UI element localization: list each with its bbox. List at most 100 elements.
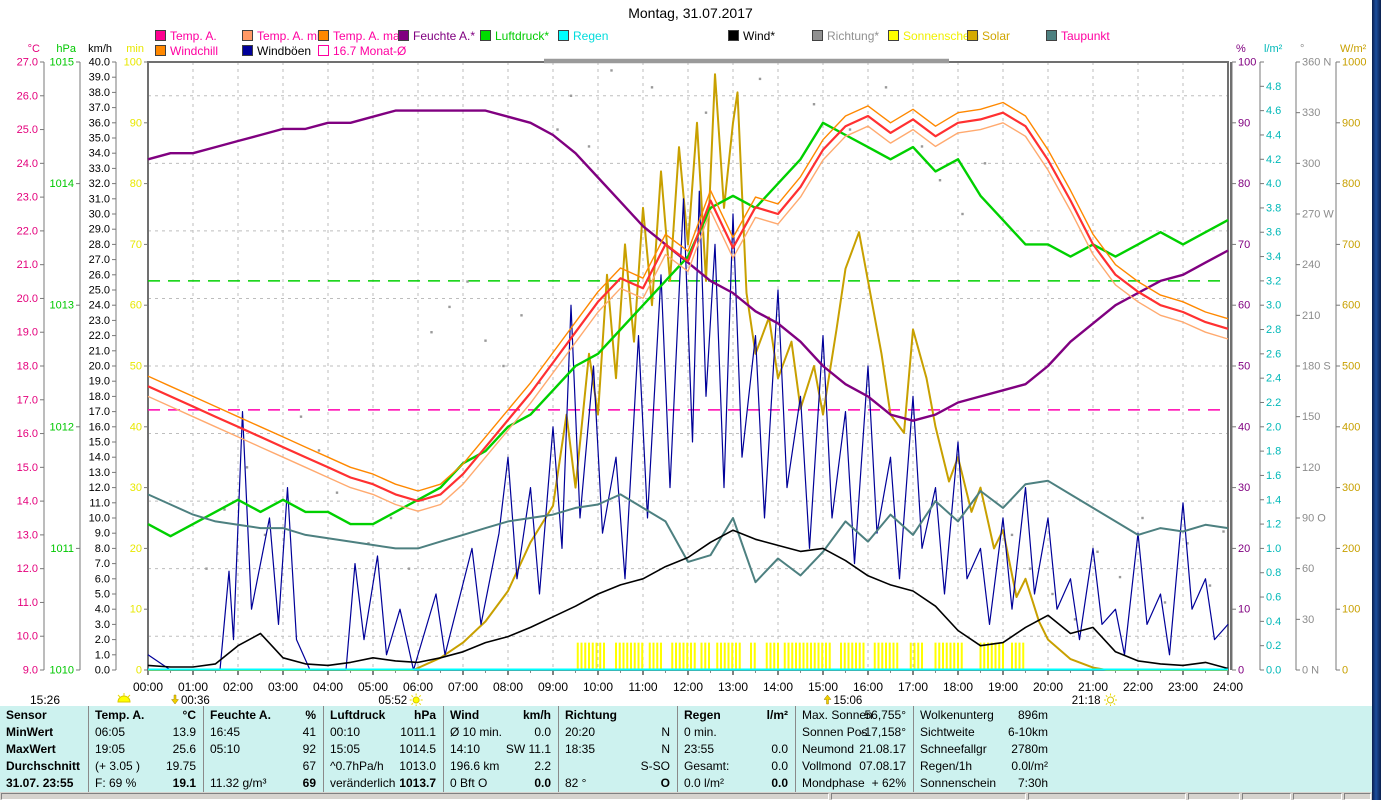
svg-text:50: 50	[1238, 361, 1250, 373]
weather-app-window: Montag, 31.07.2017 9.0 10.0 11.0 12.0 13.0 14…	[0, 0, 1381, 800]
svg-text:4.6: 4.6	[1266, 105, 1281, 117]
table-column-2: Feuchte A.% 16:45 41 05:10 92 67 11.32 g/m³ 69	[203, 706, 324, 793]
svg-text:70: 70	[130, 239, 142, 251]
cell-value: 0.0	[771, 776, 788, 790]
table-cell: 0.0 l/m² 0.0	[678, 775, 796, 792]
svg-text:25.0: 25.0	[89, 285, 110, 297]
table-cell: ^0.7hPa/h 1013.0	[324, 758, 444, 775]
svg-text:6.0: 6.0	[95, 573, 110, 585]
table-cell: 23:55 0.0	[678, 741, 796, 758]
svg-text:°C: °C	[28, 43, 40, 55]
svg-text:37.0: 37.0	[89, 102, 110, 114]
svg-text:3.4: 3.4	[1266, 251, 1281, 263]
legend-item-1-3: Feuchte A.*	[398, 29, 475, 43]
statusbar-panel-5	[1293, 793, 1342, 800]
svg-text:15:26: 15:26	[30, 693, 60, 706]
svg-text:11.0: 11.0	[89, 497, 110, 509]
svg-text:21:00: 21:00	[1078, 680, 1108, 694]
cell-value: 56,755°	[864, 708, 906, 722]
table-cell: 20:20 N	[559, 724, 678, 741]
svg-text:17.0: 17.0	[17, 394, 38, 406]
axes: 9.0 10.0 11.0 12.0 13.0 14.0 15.0 16.0 17.0 18.0 1…	[17, 43, 1367, 677]
cell-value: 19.75	[165, 759, 196, 773]
svg-text:1.4: 1.4	[1266, 494, 1281, 506]
svg-text:240: 240	[1302, 259, 1320, 271]
legend-label: Richtung*	[827, 29, 880, 43]
svg-text:30: 30	[130, 482, 142, 494]
cell-label: 0 min.	[684, 725, 717, 739]
table-cell: Richtung	[559, 707, 678, 724]
legend-swatch-icon	[480, 30, 491, 41]
legend-swatch-icon	[155, 30, 166, 41]
svg-text:20: 20	[130, 543, 142, 555]
legend-item-1-10: Taupunkt	[1046, 29, 1110, 43]
cell-value: 0.0l/m²	[1011, 759, 1048, 773]
svg-text:50: 50	[130, 361, 142, 373]
legend-item-1-4: Luftdruck*	[480, 29, 550, 43]
cell-value: 13.9	[172, 725, 196, 739]
table-cell: Durchschnitt	[0, 758, 88, 775]
cell-value: 1013.7	[399, 776, 436, 790]
svg-text:19.0: 19.0	[17, 327, 38, 339]
sun-moon-events: 00:36 05:52 15:06 21:18 15:26	[30, 693, 1117, 706]
svg-text:15:00: 15:00	[808, 680, 838, 694]
svg-text:0.6: 0.6	[1266, 592, 1281, 604]
svg-text:04:00: 04:00	[313, 680, 343, 694]
svg-text:24:00: 24:00	[1213, 680, 1243, 694]
statusbar-panel-6	[1344, 793, 1371, 800]
cell-label: Sensor	[6, 708, 47, 722]
svg-text:270 W: 270 W	[1302, 209, 1334, 221]
legend-label: Windböen	[257, 44, 312, 58]
svg-text:15.0: 15.0	[89, 437, 110, 449]
svg-text:00:00: 00:00	[133, 680, 163, 694]
table-column-3: Luftdruck hPa 00:10 1011.1 15:05 1014.5 ^0.7hP…	[323, 706, 444, 793]
window-edge-strip	[1372, 0, 1381, 800]
legend-swatch-icon	[155, 45, 166, 56]
table-cell: MaxWert	[0, 741, 88, 758]
svg-text:1.0: 1.0	[1266, 543, 1281, 555]
sunrise-icon	[412, 696, 420, 704]
cell-value: + 62%	[871, 776, 906, 790]
table-cell: Ø 10 min. 0.0	[444, 724, 559, 741]
svg-text:2.2: 2.2	[1266, 397, 1281, 409]
statusbar-panel-3	[1188, 793, 1240, 800]
legend-item-2-1: Windböen	[242, 44, 312, 58]
table-cell: Sonnen Pos -17,158°	[796, 724, 914, 741]
legend-label: Luftdruck*	[495, 29, 550, 43]
svg-text:1.6: 1.6	[1266, 470, 1281, 482]
table-column-8: Wolkenunterg 896m Sichtweite 6-10km Schneefa…	[913, 706, 1191, 793]
legend-swatch-icon	[812, 30, 823, 41]
svg-text:W/m²: W/m²	[1340, 43, 1367, 55]
table-cell: Wind km/h	[444, 707, 559, 724]
svg-text:24.0: 24.0	[89, 300, 110, 312]
legend-item-1-0: Temp. A.	[155, 29, 217, 43]
table-column-4: Wind km/h Ø 10 min. 0.0 14:10 SW 11.1 196.6 km…	[443, 706, 559, 793]
svg-text:9.0: 9.0	[23, 665, 38, 677]
svg-text:30.0: 30.0	[89, 209, 110, 221]
svg-text:3.8: 3.8	[1266, 202, 1281, 214]
svg-text:4.2: 4.2	[1266, 154, 1281, 166]
svg-text:0.2: 0.2	[1266, 640, 1281, 652]
table-cell: Wolkenunterg 896m	[914, 707, 1191, 724]
svg-text:1000: 1000	[1342, 57, 1366, 69]
svg-text:1.0: 1.0	[95, 649, 110, 661]
svg-text:90: 90	[130, 117, 142, 129]
svg-text:12:00: 12:00	[673, 680, 703, 694]
legend-label: Taupunkt	[1061, 29, 1110, 43]
svg-text:40.0: 40.0	[89, 57, 110, 69]
table-cell: Sichtweite 6-10km	[914, 724, 1191, 741]
svg-text:min: min	[126, 43, 144, 55]
svg-text:2.8: 2.8	[1266, 324, 1281, 336]
legend-swatch-icon	[318, 30, 329, 41]
svg-text:1011: 1011	[50, 543, 74, 555]
cell-value: °C	[182, 708, 196, 722]
svg-text:4.0: 4.0	[95, 604, 110, 616]
legend-item-1-2: Temp. A. max	[318, 29, 406, 43]
svg-text:0: 0	[136, 665, 142, 677]
cell-value: N	[661, 742, 670, 756]
svg-text:1.2: 1.2	[1266, 519, 1281, 531]
table-cell: 67	[204, 758, 324, 775]
legend-item-2-2: 16.7 Monat-Ø	[318, 44, 406, 58]
svg-text:20.0: 20.0	[89, 361, 110, 373]
svg-text:180 S: 180 S	[1302, 361, 1331, 373]
